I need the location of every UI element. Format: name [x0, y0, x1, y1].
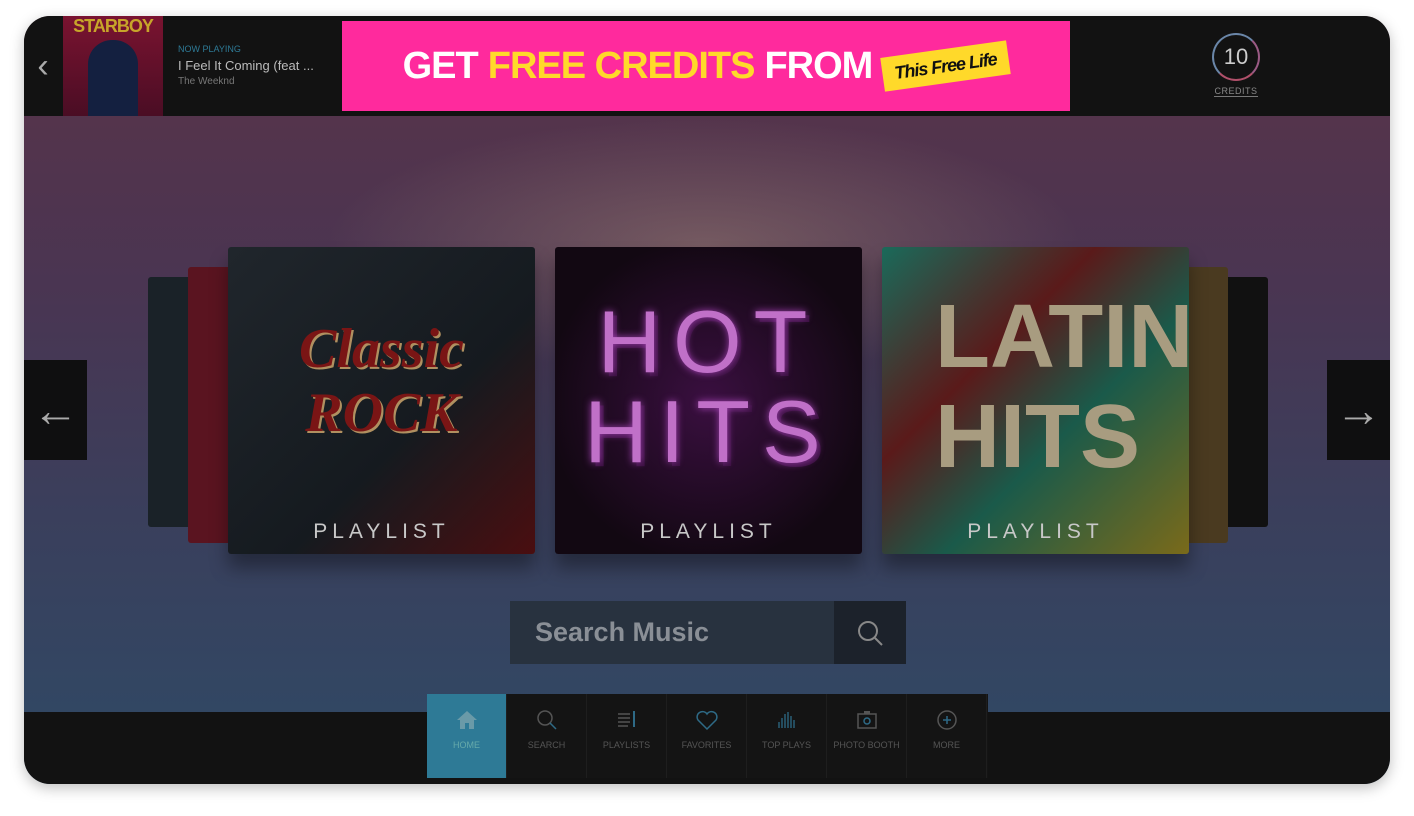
app-window: ‹ STARBOY NOW PLAYING I Feel It Coming (… [24, 16, 1390, 784]
nav-label: SEARCH [527, 740, 566, 750]
nav-label: TOP PLAYS [761, 740, 812, 750]
search-icon [536, 710, 557, 730]
playlist-icon [617, 711, 635, 727]
now-playing-label: NOW PLAYING [178, 44, 241, 54]
nav-photo-booth[interactable]: PHOTO BOOTH [827, 694, 907, 778]
nav-label: PLAYLISTS [602, 740, 651, 750]
search-bar[interactable]: Search Music [510, 601, 906, 664]
search-input[interactable]: Search Music [510, 601, 834, 664]
ad-text-highlight: FREE CREDITS [487, 44, 756, 87]
card-label: PLAYLIST [640, 520, 777, 543]
nav-favorites[interactable]: FAVORITES [667, 694, 747, 778]
ad-logo: This Free Life [880, 40, 1012, 92]
camera-icon [856, 711, 877, 729]
ad-banner[interactable]: GET FREE CREDITS FROM This Free Life [342, 21, 1070, 111]
album-art[interactable]: STARBOY [63, 16, 163, 116]
back-button[interactable]: ‹ [24, 16, 62, 116]
search-icon [858, 620, 883, 646]
card-title: LATIN HITS [935, 287, 1189, 487]
heart-icon [695, 710, 718, 731]
card-label: PLAYLIST [313, 520, 450, 543]
carousel-next-button[interactable]: → [1327, 360, 1390, 460]
home-icon [456, 711, 477, 729]
nav-search[interactable]: SEARCH [507, 694, 587, 778]
nav-label: PHOTO BOOTH [833, 740, 900, 750]
chevron-left-icon: ‹ [37, 46, 49, 85]
carousel-prev-button[interactable]: ← [24, 360, 87, 460]
arrow-right-icon: → [1335, 384, 1382, 436]
plus-circle-icon [936, 710, 957, 730]
artist-name: The Weeknd [178, 76, 235, 87]
nav-playlists[interactable]: PLAYLISTS [587, 694, 667, 778]
search-button[interactable] [834, 601, 906, 664]
nav-label: MORE [933, 740, 960, 750]
credits-label: CREDITS [1214, 86, 1258, 97]
header: ‹ STARBOY NOW PLAYING I Feel It Coming (… [24, 16, 1390, 116]
album-figure [88, 40, 138, 116]
nav-home[interactable]: HOME [427, 694, 507, 778]
bars-icon [777, 712, 795, 728]
playlist-card-latin-hits[interactable]: LATIN HITS PLAYLIST [882, 247, 1189, 554]
nav-more[interactable]: MORE [907, 694, 987, 778]
card-title: HOT HITS [584, 292, 833, 481]
nav-label: FAVORITES [681, 740, 732, 750]
nav-label: HOME [453, 740, 480, 750]
credits-count: 10 [1212, 33, 1260, 81]
now-playing[interactable]: NOW PLAYING I Feel It Coming (feat ... T… [178, 44, 338, 87]
album-art-text: STARBOY [73, 16, 154, 36]
credits-button[interactable]: 10 CREDITS [1210, 33, 1262, 99]
playlist-card-hot-hits[interactable]: HOT HITS PLAYLIST [555, 247, 862, 554]
arrow-left-icon: ← [32, 384, 79, 436]
playlist-card-classic-rock[interactable]: Classic ROCK PLAYLIST [228, 247, 535, 554]
ad-text: FROM [764, 44, 873, 87]
card-title: Classic ROCK [299, 318, 464, 444]
ad-text: GET [402, 44, 479, 87]
card-label: PLAYLIST [967, 520, 1104, 543]
song-title: I Feel It Coming (feat ... [178, 58, 314, 73]
nav-top-plays[interactable]: TOP PLAYS [747, 694, 827, 778]
bottom-nav: HOME SEARCH PLAYLISTS FAVORITES TOP PLAY… [427, 694, 988, 778]
